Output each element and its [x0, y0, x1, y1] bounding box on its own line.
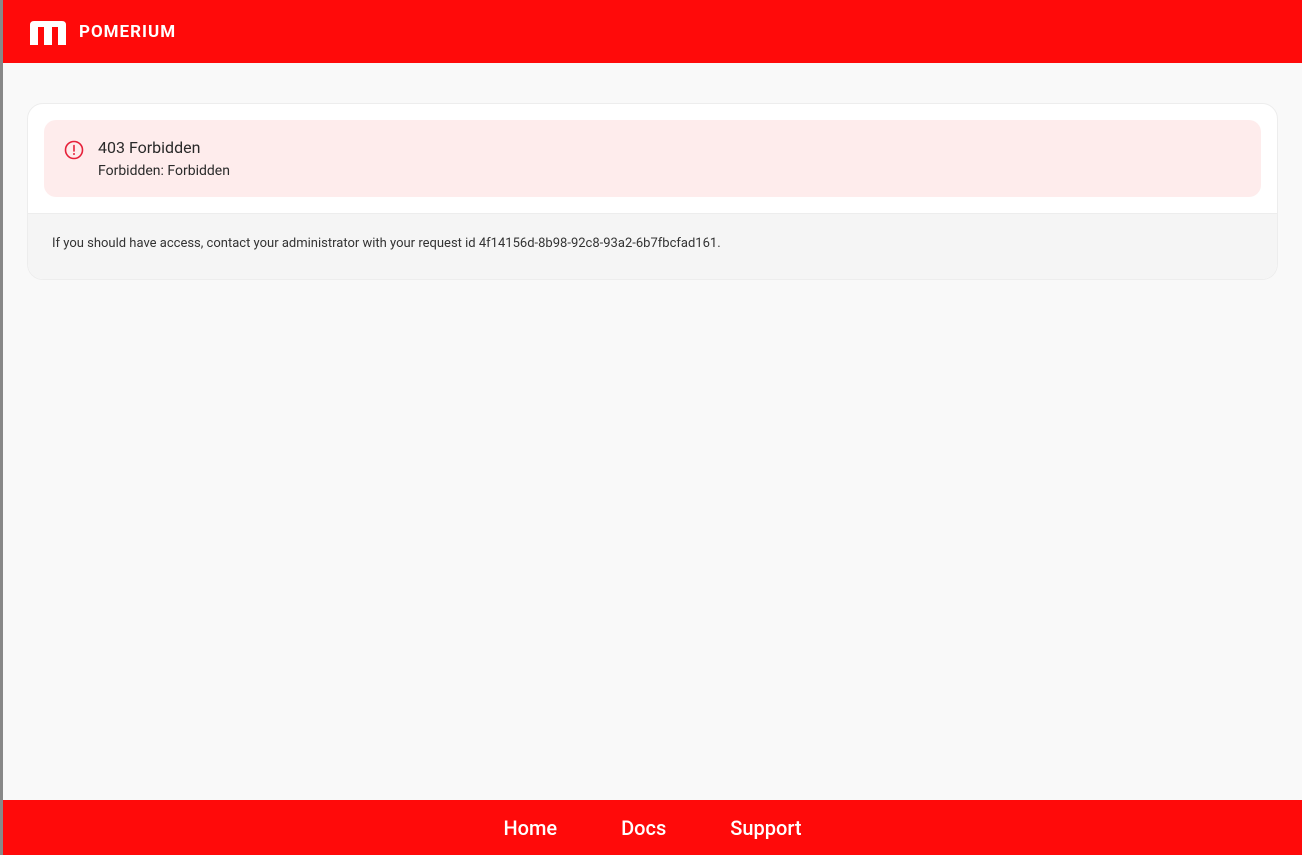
- request-id-text: If you should have access, contact your …: [52, 236, 1253, 251]
- app-header: POMERIUM: [3, 0, 1302, 63]
- brand-name: POMERIUM: [79, 22, 176, 42]
- main-content: 403 Forbidden Forbidden: Forbidden If yo…: [3, 63, 1302, 800]
- error-title: 403 Forbidden: [98, 138, 230, 157]
- footer-link-home[interactable]: Home: [503, 816, 557, 840]
- logo-container: POMERIUM: [27, 17, 176, 47]
- alert-content: 403 Forbidden Forbidden: Forbidden: [98, 138, 230, 179]
- error-message: Forbidden: Forbidden: [98, 163, 230, 179]
- error-card: 403 Forbidden Forbidden: Forbidden If yo…: [27, 103, 1278, 280]
- footer-link-docs[interactable]: Docs: [621, 816, 666, 840]
- app-footer: Home Docs Support: [3, 800, 1302, 855]
- footer-link-support[interactable]: Support: [730, 816, 801, 840]
- pomerium-logo-icon: [27, 17, 69, 47]
- alert-error-icon: [64, 140, 84, 160]
- info-box: If you should have access, contact your …: [28, 213, 1277, 279]
- alert-box: 403 Forbidden Forbidden: Forbidden: [44, 120, 1261, 197]
